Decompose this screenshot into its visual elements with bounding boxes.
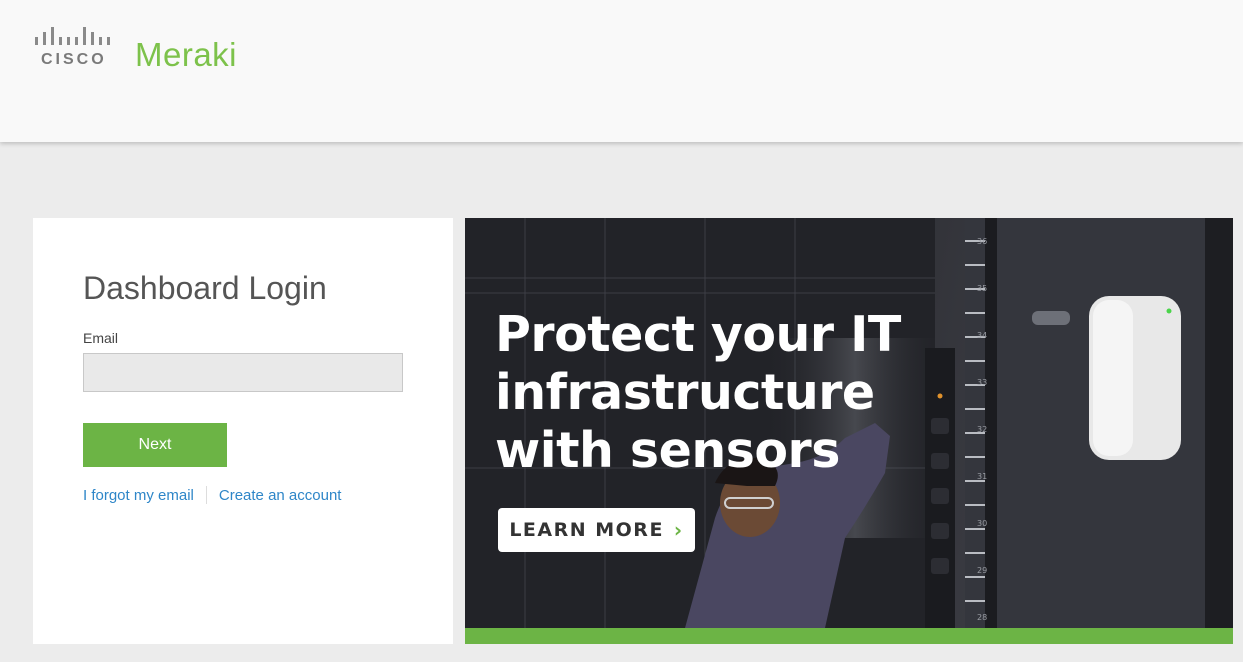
chevron-right-icon: › (673, 518, 684, 542)
rack-unit-number: 33 (977, 378, 987, 387)
learn-more-label: LEARN MORE (509, 519, 664, 541)
create-account-link[interactable]: Create an account (219, 487, 342, 504)
meraki-wordmark[interactable]: Meraki (135, 36, 237, 74)
headline-line: with sensors (495, 422, 840, 479)
link-divider (205, 486, 207, 504)
learn-more-button[interactable]: LEARN MORE › (498, 508, 695, 552)
top-header: CISCO Meraki (0, 0, 1243, 142)
rack-unit-number: 34 (977, 331, 987, 340)
cisco-logo[interactable]: CISCO (33, 27, 113, 71)
banner-headline: Protect your IT infrastructure with sens… (495, 306, 915, 480)
forgot-email-link[interactable]: I forgot my email (83, 487, 194, 504)
rack-unit-number: 30 (977, 519, 987, 528)
login-card: Dashboard Login Email Next I forgot my e… (33, 218, 453, 644)
rack-unit-number: 31 (977, 472, 987, 481)
rack-unit-number: 28 (977, 613, 987, 622)
headline-line: Protect your IT (495, 306, 901, 363)
rack-unit-number: 32 (977, 425, 987, 434)
page-title: Dashboard Login (83, 270, 327, 306)
cisco-wordmark: CISCO (41, 51, 107, 68)
next-button[interactable]: Next (83, 423, 227, 467)
headline-line: infrastructure (495, 364, 875, 421)
email-label: Email (83, 330, 119, 346)
login-links: I forgot my email Create an account (83, 485, 341, 505)
rack-unit-number: 36 (977, 237, 987, 246)
email-field[interactable] (83, 353, 403, 392)
rack-unit-number: 29 (977, 566, 987, 575)
rack-unit-number: 35 (977, 284, 987, 293)
banner-accent-stripe (465, 628, 1233, 644)
promo-banner[interactable]: 36 35 34 33 32 31 30 29 28 Protect your IT infra… (465, 218, 1233, 644)
cisco-bars-icon (35, 27, 110, 45)
